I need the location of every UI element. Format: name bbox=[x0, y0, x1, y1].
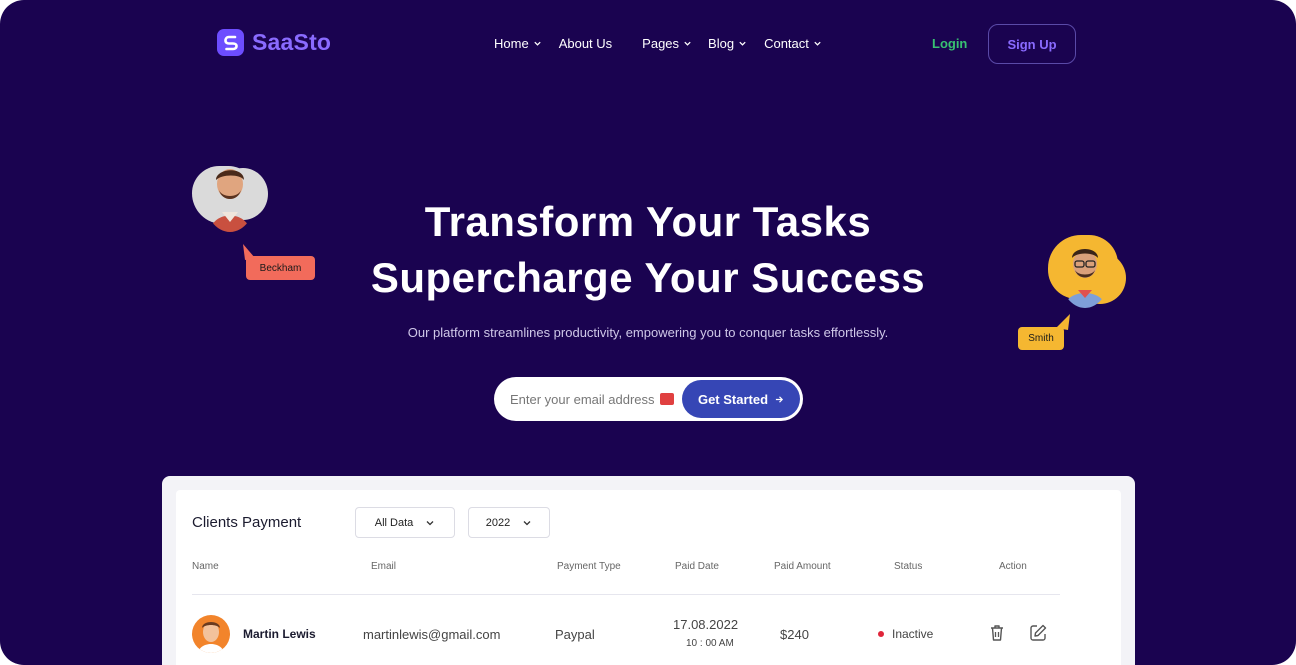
arrow-right-icon bbox=[775, 395, 784, 403]
card-title: Clients Payment bbox=[192, 514, 302, 531]
chevron-down-icon bbox=[814, 41, 821, 46]
logo[interactable]: SaaSto bbox=[217, 29, 331, 56]
login-link[interactable]: Login bbox=[932, 36, 967, 51]
data-filter-value: All Data bbox=[374, 516, 414, 529]
column-header-action: Action bbox=[999, 561, 1027, 572]
chevron-down-icon bbox=[739, 41, 746, 46]
logo-mark-icon bbox=[217, 29, 244, 56]
paid-time: 10 : 00 AM bbox=[686, 638, 734, 649]
main-nav: Home About Us Pages Blog Contact bbox=[494, 36, 822, 51]
nav-home-label: Home bbox=[494, 36, 529, 51]
payment-type: Paypal bbox=[555, 627, 595, 642]
year-filter-select[interactable]: 2022 bbox=[468, 507, 550, 538]
chevron-down-icon bbox=[534, 41, 541, 46]
column-header-payment-type: Payment Type bbox=[557, 561, 621, 572]
column-header-name: Name bbox=[192, 561, 219, 572]
get-started-button[interactable]: Get Started bbox=[682, 380, 800, 418]
nav-contact-label: Contact bbox=[764, 36, 809, 51]
nav-pages-label: Pages bbox=[642, 36, 680, 51]
column-header-email: Email bbox=[371, 561, 397, 572]
hero-subtitle: Our platform streamlines productivity, e… bbox=[407, 325, 889, 340]
data-filter-select[interactable]: All Data bbox=[355, 507, 455, 538]
email-input[interactable] bbox=[510, 391, 662, 407]
hero-title-line-2: Supercharge Your Success bbox=[370, 254, 926, 301]
clients-payment-card bbox=[176, 490, 1121, 665]
table-header-divider bbox=[192, 594, 1060, 595]
nav-pages[interactable]: Pages bbox=[642, 36, 692, 51]
nav-contact[interactable]: Contact bbox=[764, 36, 822, 51]
autofill-icon[interactable] bbox=[660, 393, 674, 405]
paid-amount: $240 bbox=[780, 627, 809, 642]
client-email: martinlewis@gmail.com bbox=[363, 627, 501, 642]
nav-blog[interactable]: Blog bbox=[708, 36, 747, 51]
year-filter-value: 2022 bbox=[485, 516, 511, 529]
person-martin-icon bbox=[198, 622, 224, 653]
email-signup-form: Get Started bbox=[494, 377, 803, 421]
chevron-down-icon bbox=[426, 520, 434, 525]
column-header-paid-amount: Paid Amount bbox=[774, 561, 831, 572]
chevron-down-icon bbox=[684, 41, 691, 46]
brand-name: SaaSto bbox=[252, 29, 332, 55]
signup-label: Sign Up bbox=[1007, 36, 1057, 52]
client-name: Martin Lewis bbox=[243, 627, 316, 641]
chevron-down-icon bbox=[523, 520, 531, 525]
column-header-status: Status bbox=[894, 561, 923, 572]
edit-icon[interactable] bbox=[1028, 623, 1048, 643]
status-dot bbox=[878, 631, 884, 637]
avatar bbox=[192, 615, 230, 653]
status-badge: Inactive bbox=[892, 627, 934, 641]
get-started-label: Get Started bbox=[697, 391, 769, 407]
page-frame: SaaSto Home About Us Pages Blog Contact … bbox=[0, 0, 1296, 665]
nav-blog-label: Blog bbox=[708, 36, 735, 51]
signup-button[interactable]: Sign Up bbox=[988, 24, 1076, 64]
nav-about[interactable]: About Us bbox=[559, 36, 612, 51]
nav-about-label: About Us bbox=[558, 36, 613, 51]
nav-home[interactable]: Home bbox=[494, 36, 542, 51]
hero-title-line-1: Transform Your Tasks bbox=[424, 198, 872, 245]
paid-date: 17.08.2022 bbox=[673, 617, 739, 632]
column-header-paid-date: Paid Date bbox=[675, 561, 719, 572]
trash-icon[interactable] bbox=[987, 623, 1007, 643]
